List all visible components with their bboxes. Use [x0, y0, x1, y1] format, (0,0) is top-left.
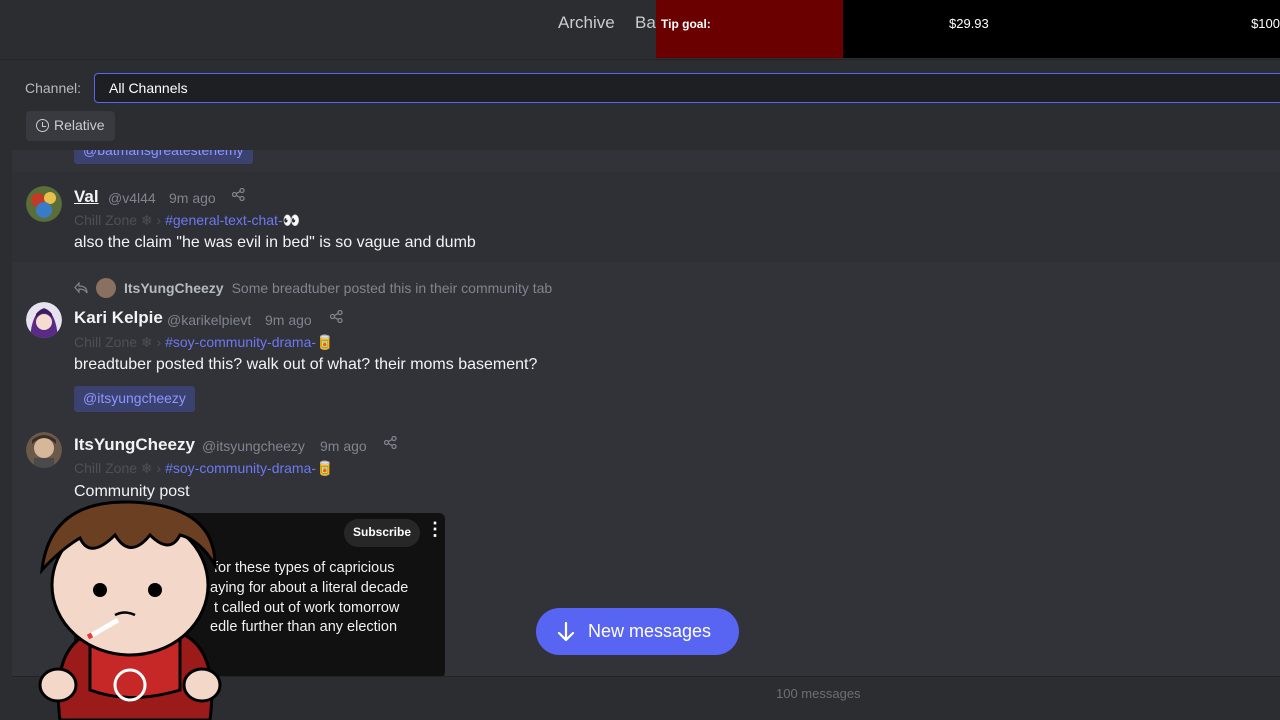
- channel-label: Channel:: [25, 80, 82, 96]
- embed-text-line: t called out of work tomorrow: [214, 600, 400, 616]
- tip-goal-label: Tip goal:: [661, 17, 711, 31]
- path-separator: ›: [156, 212, 162, 228]
- author-handle: @karikelpievt: [167, 312, 252, 328]
- server-name: Chill Zone ❄: [74, 334, 153, 350]
- author-handle: @v4l44: [108, 190, 156, 206]
- tip-goal-amount: $100: [1251, 16, 1280, 31]
- embed-text-line: for these types of capricious: [214, 560, 395, 576]
- avatar-kari-kelpie[interactable]: [26, 302, 62, 338]
- channel-link[interactable]: #general-text-chat-👀: [165, 212, 300, 228]
- more-options-icon[interactable]: ⋮: [426, 519, 444, 540]
- share-icon[interactable]: [383, 435, 397, 452]
- avatar-itsyungcheezy[interactable]: [26, 432, 62, 468]
- app-window: { "topbar": { "nav_archive": "Archive", …: [0, 0, 1280, 720]
- clock-icon: [36, 119, 49, 132]
- author-name[interactable]: Kari Kelpie: [74, 308, 163, 328]
- message-text: also the claim "he was evil in bed" is s…: [74, 234, 476, 251]
- embed-text-line: edle further than any election: [210, 619, 398, 635]
- channel-path: Chill Zone ❄ › #soy-community-drama-🥫: [74, 460, 333, 477]
- reply-avatar: [96, 278, 116, 298]
- message-count: 100 messages: [776, 686, 861, 701]
- path-separator: ›: [156, 334, 162, 350]
- message-item: ItsYungCheezy Some breadtuber posted thi…: [12, 262, 1280, 412]
- tip-current-amount: $29.93: [949, 16, 989, 31]
- nav-partial-link[interactable]: Ba: [635, 13, 656, 33]
- author-name[interactable]: ItsYungCheezy: [74, 435, 195, 455]
- reply-author: ItsYungCheezy: [124, 280, 224, 296]
- nav-archive-link[interactable]: Archive: [558, 13, 615, 33]
- author-handle: @itsyungcheezy: [202, 438, 305, 454]
- server-name: Chill Zone ❄: [74, 212, 153, 228]
- share-icon[interactable]: [231, 187, 245, 204]
- new-messages-button[interactable]: New messages: [536, 608, 739, 655]
- message-item: Val @v4l44 9m ago Chill Zone ❄ › #genera…: [12, 172, 1280, 262]
- channel-filter-row: Channel: All Channels: [0, 62, 1280, 112]
- streamer-avatar-overlay: [38, 500, 222, 720]
- reply-snippet: Some breadtuber posted this in their com…: [231, 280, 553, 296]
- arrow-down-icon: [557, 621, 575, 641]
- message-timestamp: 9m ago: [169, 190, 216, 206]
- author-name[interactable]: Val: [74, 187, 99, 207]
- subscribe-button[interactable]: Subscribe: [344, 519, 421, 547]
- channel-link[interactable]: #soy-community-drama-🥫: [165, 460, 333, 476]
- embed-text-line: aying for about a literal decade: [210, 580, 409, 596]
- message-text: breadtuber posted this? walk out of what…: [74, 356, 538, 373]
- reply-icon: [74, 282, 88, 294]
- relative-time-label: Relative: [54, 117, 105, 133]
- channel-select[interactable]: All Channels: [94, 73, 1280, 103]
- new-messages-label: New messages: [588, 621, 712, 641]
- channel-link[interactable]: #soy-community-drama-🥫: [165, 334, 333, 350]
- server-name: Chill Zone ❄: [74, 460, 153, 476]
- message-timestamp: 9m ago: [320, 438, 367, 454]
- top-bar: Archive Ba Tip goal: $29.93 $100: [0, 0, 1280, 60]
- relative-time-toggle[interactable]: Relative: [26, 111, 115, 141]
- message-timestamp: 9m ago: [265, 312, 312, 328]
- mention-chip[interactable]: @batmansgreatestenemy: [74, 150, 253, 164]
- channel-path: Chill Zone ❄ › #general-text-chat-👀: [74, 212, 300, 229]
- channel-path: Chill Zone ❄ › #soy-community-drama-🥫: [74, 334, 333, 351]
- reply-reference[interactable]: ItsYungCheezy Some breadtuber posted thi…: [74, 278, 552, 298]
- share-icon[interactable]: [329, 309, 343, 326]
- avatar-val[interactable]: [26, 186, 62, 222]
- mention-chip[interactable]: @itsyungcheezy: [74, 386, 195, 412]
- tip-goal-bar: Tip goal: $29.93 $100: [656, 0, 1280, 58]
- path-separator: ›: [156, 460, 162, 476]
